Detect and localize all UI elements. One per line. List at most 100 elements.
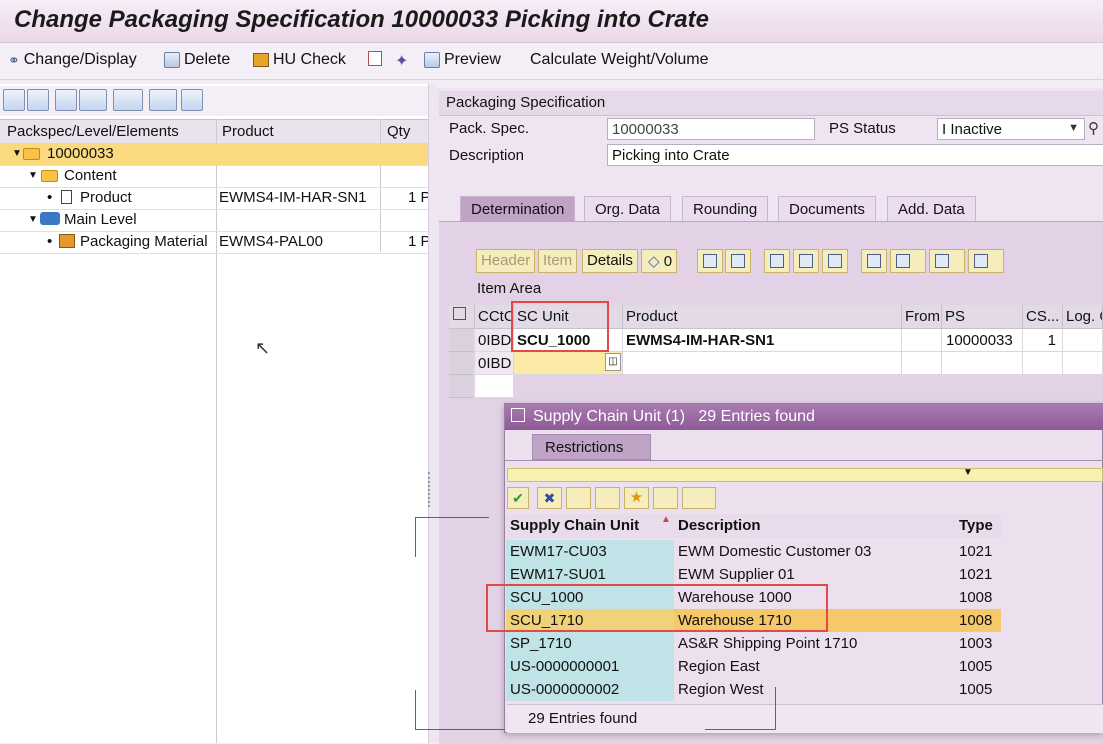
grid-select-all-icon[interactable] xyxy=(449,305,475,329)
cell-product[interactable]: EWMS4-IM-HAR-SN1 xyxy=(623,329,902,352)
layout-grid-icon[interactable] xyxy=(968,249,1004,273)
preview-button[interactable]: Preview xyxy=(424,51,501,69)
tree-row[interactable]: ▼ 10000033 xyxy=(0,143,428,166)
collapse-all-icon[interactable] xyxy=(27,89,49,111)
list-item[interactable]: EWM17-CU03 EWM Domestic Customer 03 1021 xyxy=(506,540,1001,563)
list-item[interactable]: EWM17-SU01 EWM Supplier 01 1021 xyxy=(506,563,1001,586)
row-selector[interactable] xyxy=(449,352,473,375)
tree-toolbar xyxy=(0,86,428,116)
col-cctc-header[interactable]: CCtC xyxy=(475,305,514,329)
delete-item-icon[interactable] xyxy=(822,249,848,273)
list-item[interactable]: US-0000000002 Region West 1005 xyxy=(506,678,1001,701)
tree-row[interactable]: ▼ Main Level xyxy=(0,209,428,232)
row-selector[interactable] xyxy=(449,329,473,352)
dropdown-arrow-icon[interactable]: ▼ xyxy=(1068,122,1079,134)
favorite-star-icon[interactable]: ★ xyxy=(624,487,649,509)
col-level-header[interactable]: Packspec/Level/Elements xyxy=(7,123,179,140)
annotation-box xyxy=(486,584,828,632)
annotation-line xyxy=(415,690,416,730)
find-next-icon[interactable] xyxy=(595,487,620,509)
value-help-icon[interactable]: ◫ xyxy=(605,353,621,371)
check-icon[interactable] xyxy=(697,249,723,273)
search-help-icon[interactable]: ⚲ xyxy=(1088,119,1099,137)
ps-status-select[interactable]: I Inactive ▼ xyxy=(937,118,1085,140)
pack-spec-label: Pack. Spec. xyxy=(449,120,530,137)
item-button[interactable]: Item xyxy=(538,249,578,273)
tree-row[interactable]: • Product EWMS4-IM-HAR-SN1 1 P xyxy=(0,187,428,210)
collapse-arrow-icon[interactable]: ▼ xyxy=(28,170,38,181)
tab-restrictions[interactable]: Restrictions xyxy=(532,434,651,460)
panel-splitter[interactable] xyxy=(428,84,437,743)
tree-node-qty: 1 P xyxy=(408,189,428,206)
details-button[interactable]: Details xyxy=(582,249,638,273)
cell-product[interactable] xyxy=(623,352,902,375)
col-from-header[interactable]: From xyxy=(902,305,942,329)
expand-restrictions-icon[interactable]: ▼ xyxy=(963,467,973,478)
col-ps-header[interactable]: PS xyxy=(942,305,1023,329)
copy-button[interactable] xyxy=(368,51,382,66)
cell-cs[interactable] xyxy=(1023,352,1063,375)
pack-spec-field[interactable]: 10000033 xyxy=(607,118,815,140)
row-selector[interactable] xyxy=(449,375,473,398)
splitter-grip[interactable] xyxy=(428,472,433,507)
cell-from[interactable] xyxy=(902,352,942,375)
hu-check-button[interactable]: HU Check xyxy=(253,51,346,69)
help-icon[interactable] xyxy=(653,487,678,509)
application-toolbar: ⚭ Change/Display Delete HU Check ✦ Previ… xyxy=(0,43,1103,80)
popup-find-icon[interactable] xyxy=(566,487,591,509)
tab-determination[interactable]: Determination xyxy=(460,196,576,222)
wand-button[interactable]: ✦ xyxy=(395,51,408,71)
find-icon[interactable] xyxy=(55,89,77,111)
truck-icon xyxy=(40,212,60,229)
col-cs-header[interactable]: CS... xyxy=(1023,305,1063,329)
change-display-button[interactable]: ⚭ Change/Display xyxy=(8,51,137,69)
expand-all-icon[interactable] xyxy=(3,89,25,111)
transfer-icon[interactable] xyxy=(725,249,751,273)
cell-cs[interactable]: 1 xyxy=(1023,329,1063,352)
calculate-weight-volume-button[interactable]: Calculate Weight/Volume xyxy=(530,51,708,69)
tab-add-data[interactable]: Add. Data xyxy=(887,196,976,222)
cell-ps[interactable] xyxy=(942,352,1023,375)
cell-log[interactable] xyxy=(1063,352,1103,375)
popup-print-icon[interactable] xyxy=(682,487,716,509)
col-type[interactable]: Type xyxy=(959,517,993,534)
cancel-icon[interactable]: ✖ xyxy=(537,487,562,509)
description-field[interactable]: Picking into Crate xyxy=(607,144,1103,166)
paste-row-icon[interactable] xyxy=(793,249,819,273)
insert-row-icon[interactable] xyxy=(149,89,177,111)
copy-row-icon[interactable] xyxy=(764,249,790,273)
collapse-arrow-icon[interactable]: ▼ xyxy=(28,214,38,225)
tab-org-data[interactable]: Org. Data xyxy=(584,196,672,222)
ok-check-icon[interactable]: ✔ xyxy=(507,487,529,509)
col-supply-chain-unit[interactable]: Supply Chain Unit xyxy=(510,517,639,534)
col-description[interactable]: Description xyxy=(678,517,761,534)
cell-sc-unit-active[interactable]: ◫ xyxy=(514,352,623,375)
cell-log[interactable] xyxy=(1063,329,1103,352)
col-qty-header[interactable]: Qty xyxy=(387,123,410,140)
header-button[interactable]: Header xyxy=(476,249,536,273)
tab-rounding[interactable]: Rounding xyxy=(682,196,769,222)
col-product-header[interactable]: Product xyxy=(222,123,274,140)
delete-row-icon[interactable] xyxy=(181,89,203,111)
tab-documents[interactable]: Documents xyxy=(778,196,876,222)
tree-row[interactable]: • Packaging Material EWMS4-PAL00 1 P xyxy=(0,231,428,254)
list-item[interactable]: US-0000000001 Region East 1005 xyxy=(506,655,1001,678)
col-log-header[interactable]: Log. C xyxy=(1063,305,1103,329)
print-icon[interactable] xyxy=(861,249,887,273)
sum-icon[interactable] xyxy=(79,89,107,111)
list-item[interactable]: SP_1710 AS&R Shipping Point 1710 1003 xyxy=(506,632,1001,655)
send-icon[interactable] xyxy=(929,249,965,273)
cell-from[interactable] xyxy=(902,329,942,352)
cell-ps[interactable]: 10000033 xyxy=(942,329,1023,352)
popup-list-header: Supply Chain Unit ▲ Description Type xyxy=(506,514,1001,538)
list-scu: EWM17-SU01 xyxy=(510,566,606,583)
layout-icon[interactable] xyxy=(113,89,143,111)
export-icon[interactable] xyxy=(890,249,926,273)
filter-count-button[interactable]: ◇ 0 xyxy=(641,249,678,273)
tree-row[interactable]: ▼ Content xyxy=(0,165,428,188)
collapse-arrow-icon[interactable]: ▼ xyxy=(12,148,22,159)
col-product-header[interactable]: Product xyxy=(623,305,902,329)
cell-empty[interactable] xyxy=(475,375,514,398)
delete-button[interactable]: Delete xyxy=(164,51,230,69)
restrictions-collapse-bar[interactable]: ▼ xyxy=(507,467,1103,482)
